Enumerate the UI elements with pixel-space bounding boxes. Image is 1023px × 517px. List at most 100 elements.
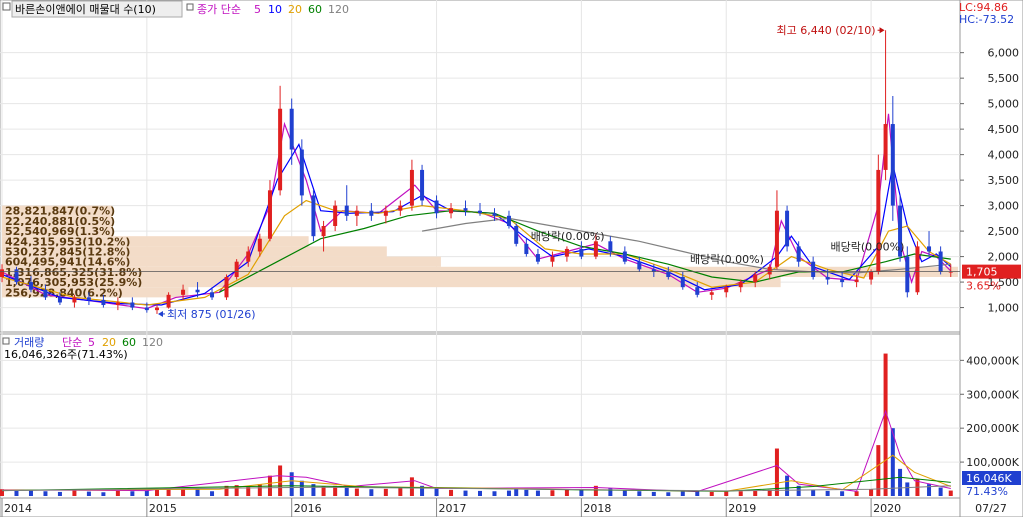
volume-bar xyxy=(550,490,555,496)
volume-bar xyxy=(506,490,511,496)
volume-bar xyxy=(398,487,403,496)
candle-body xyxy=(144,307,149,311)
candle-body xyxy=(637,261,642,270)
dividend-label: 배당락(0.00%) xyxy=(690,253,764,266)
candle-body xyxy=(883,124,888,170)
volume-bar xyxy=(492,491,497,496)
date-tick-label: 2020 xyxy=(873,502,901,515)
candle-body xyxy=(181,289,186,295)
volume-bar xyxy=(883,353,888,496)
ma-toggle-icon[interactable] xyxy=(186,3,194,11)
candle-body xyxy=(840,279,845,283)
current-price-change: 3.65% xyxy=(966,280,1001,293)
volume-bar xyxy=(840,491,845,496)
volume-tick-label: 200,000K xyxy=(966,422,1019,435)
candle-body xyxy=(333,205,338,226)
volume-bar xyxy=(14,490,19,496)
candle-body xyxy=(680,276,685,288)
volume-bar xyxy=(869,489,874,496)
candle-body xyxy=(695,287,700,295)
dividend-label: 배당락(0.00%) xyxy=(531,230,605,243)
volume-bar xyxy=(86,491,91,496)
candle-body xyxy=(434,200,439,214)
candle-body xyxy=(927,246,932,252)
volume-bar xyxy=(321,486,326,496)
candle-body xyxy=(876,169,881,272)
volume-bar xyxy=(738,491,743,496)
candle-body xyxy=(449,208,454,214)
volume-bar xyxy=(535,490,540,496)
chart-canvas[interactable]: 28,821,847(0.7%)22,240,881(0.5%)52,540,9… xyxy=(0,0,1023,517)
volume-bar xyxy=(524,489,529,496)
volume-bar xyxy=(369,489,374,496)
date-tick-label: 2019 xyxy=(728,502,756,515)
volume-bar xyxy=(564,489,569,496)
volume-bar xyxy=(709,491,714,496)
date-tick-label: 2018 xyxy=(583,502,611,515)
volume-bar xyxy=(115,490,120,496)
volume-bar xyxy=(299,480,304,496)
volume-bar xyxy=(57,491,62,496)
volume-bar xyxy=(753,490,758,496)
candle-body xyxy=(514,226,519,244)
volume-bar xyxy=(195,489,200,496)
volume-bar xyxy=(210,491,215,496)
candle-body xyxy=(299,149,304,196)
volume-bar xyxy=(478,490,482,496)
hc-value: HC:-73.52 xyxy=(959,13,1014,26)
date-tick-label: 2016 xyxy=(294,502,322,515)
volume-bar xyxy=(938,487,943,496)
candle-body xyxy=(753,274,758,283)
candle-body xyxy=(785,210,790,247)
price-tick-label: 4,000 xyxy=(988,149,1020,162)
date-tick-label: 07/27 xyxy=(975,502,1007,515)
volume-bar xyxy=(854,491,859,496)
ma-label: 종가 단순 xyxy=(197,3,241,16)
candle-body xyxy=(101,299,106,306)
candle-body xyxy=(796,246,801,262)
current-volume-change: 71.43% xyxy=(966,485,1008,498)
candle-body xyxy=(267,190,272,239)
volume-bar xyxy=(905,482,910,496)
volume-bar xyxy=(637,491,642,496)
volume-toggle-icon[interactable] xyxy=(2,337,10,345)
candle-body xyxy=(506,215,511,226)
candle-body xyxy=(43,289,48,298)
date-tick-label: 2017 xyxy=(439,502,467,515)
candle-body xyxy=(593,241,598,257)
candle-body xyxy=(767,266,772,275)
date-tick-label: 2014 xyxy=(4,502,32,515)
candle-body xyxy=(825,276,830,280)
candle-body xyxy=(257,238,262,252)
price-tick-label: 1,000 xyxy=(988,302,1020,315)
volume-bar xyxy=(948,490,953,496)
candle-body xyxy=(409,169,414,206)
candle-body xyxy=(57,297,62,303)
volume-bar xyxy=(144,490,149,496)
price-tick-label: 2,000 xyxy=(988,251,1020,264)
candle-body xyxy=(905,256,910,293)
price-tick-label: 5,000 xyxy=(988,98,1020,111)
candle-body xyxy=(224,276,229,298)
volume-bar xyxy=(278,465,283,496)
candle-body xyxy=(915,246,920,293)
candle-body xyxy=(463,208,468,211)
candle-body xyxy=(383,210,388,216)
candle-body xyxy=(344,205,349,216)
volume-bar xyxy=(927,484,932,496)
candle-body xyxy=(154,307,159,311)
volume-bar xyxy=(666,492,671,496)
candle-body xyxy=(72,297,77,303)
candle-body xyxy=(550,256,555,262)
price-tick-label: 5,500 xyxy=(988,72,1020,85)
candle-body xyxy=(369,210,374,216)
volume-tick-label: 400,000K xyxy=(966,354,1019,367)
candle-body xyxy=(854,279,859,283)
panel-toggle-icon[interactable] xyxy=(2,2,11,11)
max-price-label: 최고 6,440 (02/10) xyxy=(777,24,876,37)
volume-bar xyxy=(354,488,359,496)
candle-body xyxy=(398,205,403,211)
candle-body xyxy=(608,241,613,252)
candle-body xyxy=(195,289,200,293)
candle-body xyxy=(86,297,91,300)
